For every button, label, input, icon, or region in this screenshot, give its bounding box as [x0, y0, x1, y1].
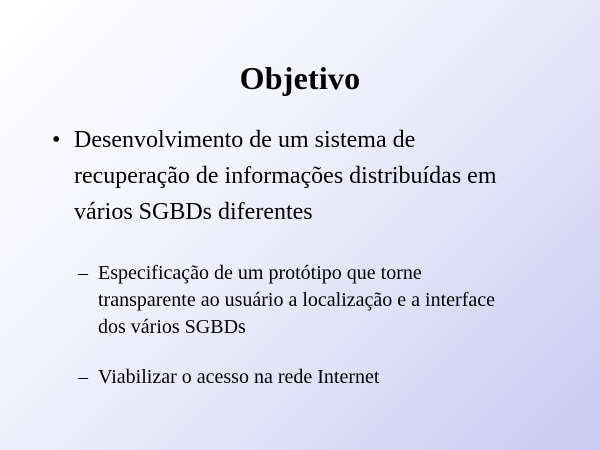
sub-bullet-1-line-2: transparente ao usuário a localização e … [98, 289, 495, 311]
sub-bullet-internet: – Viabilizar o acesso na rede Internet [78, 364, 558, 391]
sub-bullet-text: Viabilizar o acesso na rede Internet [98, 364, 558, 391]
main-bullet-text: Desenvolvimento de um sistema de recuper… [74, 122, 562, 230]
slide: Objetivo • Desenvolvimento de um sistema… [0, 0, 600, 450]
sub-bullet-marker: – [78, 262, 88, 284]
sub-bullet-marker: – [78, 366, 88, 388]
bullet-marker: • [52, 127, 61, 153]
main-bullet-line-1: Desenvolvimento de um sistema de [74, 127, 416, 153]
main-bullet-line-3: vários SGBDs diferentes [74, 199, 313, 225]
sub-bullet-specification: – Especificação de um protótipo que torn… [78, 260, 558, 341]
sub-bullet-text: Especificação de um protótipo que torne … [98, 260, 558, 341]
sub-bullet-2-line-1: Viabilizar o acesso na rede Internet [98, 366, 380, 388]
sub-bullet-1-line-3: dos vários SGBDs [98, 316, 246, 338]
main-bullet: • Desenvolvimento de um sistema de recup… [52, 122, 562, 230]
main-bullet-line-2: recuperação de informações distribuídas … [74, 163, 497, 189]
sub-bullet-1-line-1: Especificação de um protótipo que torne [98, 262, 422, 284]
slide-title: Objetivo [239, 60, 361, 96]
